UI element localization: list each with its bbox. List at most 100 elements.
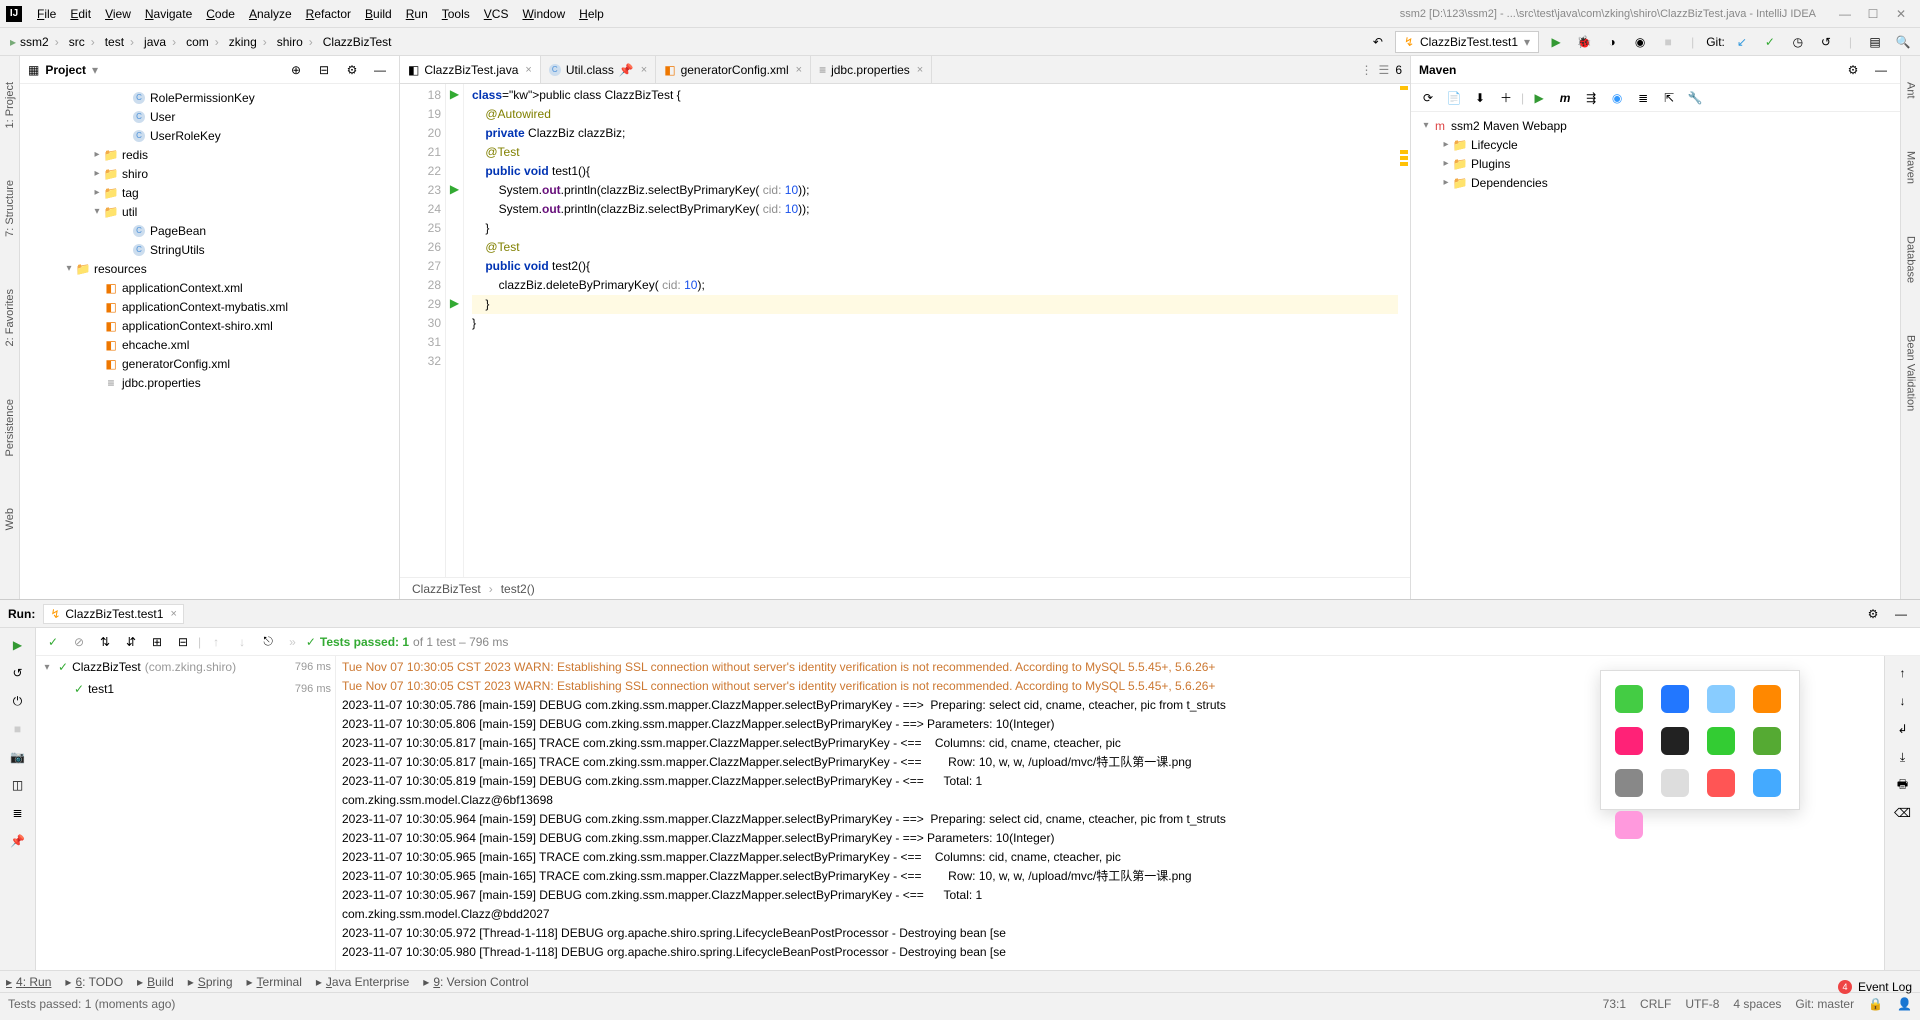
floating-app-tray[interactable] <box>1600 670 1800 810</box>
m-icon[interactable]: m <box>1554 87 1576 109</box>
crumb-src[interactable]: src <box>61 35 89 49</box>
gear-icon[interactable]: ⚙ <box>341 59 363 81</box>
menu-run[interactable]: Run <box>399 4 435 24</box>
install-icon[interactable]: ⇶ <box>1580 87 1602 109</box>
tray-app-10[interactable] <box>1661 769 1689 797</box>
sidetab-Maven[interactable]: Maven <box>1903 145 1919 190</box>
breadcrumb-class[interactable]: ClazzBizTest <box>412 582 481 596</box>
tray-app-6[interactable] <box>1661 727 1689 755</box>
run-tab[interactable]: ↯ ClazzBizTest.test1 × <box>43 604 184 624</box>
menu-window[interactable]: Window <box>515 4 572 24</box>
bottom-tab-Java Enterprise[interactable]: ▸Java Enterprise <box>316 975 409 989</box>
menu-help[interactable]: Help <box>572 4 611 24</box>
bottom-tab-6: TODO[interactable]: ▸6: TODO <box>65 975 123 989</box>
rerun-icon[interactable]: ▶ <box>7 634 29 656</box>
dump-icon[interactable]: 📷 <box>7 746 29 768</box>
sidetab-1: Project[interactable]: 1: Project <box>2 76 18 134</box>
sidetab-2: Favorites[interactable]: 2: Favorites <box>2 283 18 352</box>
offline-icon[interactable]: ◉ <box>1606 87 1628 109</box>
chevron-down-icon[interactable]: ▾ <box>92 63 98 77</box>
coverage-icon[interactable]: ◑ <box>1601 31 1623 53</box>
test-row[interactable]: ▾✓ClazzBizTest (com.zking.shiro)796 ms <box>36 656 335 678</box>
tray-app-3[interactable] <box>1707 685 1735 713</box>
maven-Dependencies[interactable]: ▸📁Dependencies <box>1411 173 1900 192</box>
crumb-shiro[interactable]: shiro <box>269 35 307 49</box>
menu-edit[interactable]: Edit <box>63 4 98 24</box>
tab-generatorConfig.xml[interactable]: ◧generatorConfig.xml× <box>656 56 811 83</box>
tree-node[interactable]: ◧applicationContext-mybatis.xml <box>20 297 399 316</box>
tree-node[interactable]: ◧applicationContext.xml <box>20 278 399 297</box>
collapse-icon[interactable]: ⊟ <box>313 59 335 81</box>
run-icon[interactable]: ▶ <box>1545 31 1567 53</box>
hide-icon[interactable]: — <box>1870 59 1892 81</box>
bottom-tab-Spring[interactable]: ▸Spring <box>188 975 233 989</box>
up-icon[interactable]: ↑ <box>205 631 227 653</box>
tray-app-4[interactable] <box>1753 685 1781 713</box>
sidetab-Web[interactable]: Web <box>2 502 18 536</box>
git-branch[interactable]: Git: master <box>1795 997 1854 1011</box>
tray-app-1[interactable] <box>1615 685 1643 713</box>
tree-node[interactable]: CStringUtils <box>20 240 399 259</box>
collapse-all-icon[interactable]: ⇱ <box>1658 87 1680 109</box>
skip-icon[interactable]: ≣ <box>1632 87 1654 109</box>
lock-icon[interactable]: 🔒 <box>1868 997 1883 1011</box>
tree-node[interactable]: CPageBean <box>20 221 399 240</box>
test-row[interactable]: ✓test1796 ms <box>36 678 335 700</box>
toggle-icon[interactable]: ⏻ <box>7 690 29 712</box>
maven-root[interactable]: ▾mssm2 Maven Webapp <box>1411 116 1900 135</box>
debug-icon[interactable]: 🐞 <box>1573 31 1595 53</box>
tree-node[interactable]: ◧applicationContext-shiro.xml <box>20 316 399 335</box>
menu-build[interactable]: Build <box>358 4 399 24</box>
show-passed-icon[interactable]: ✓ <box>42 631 64 653</box>
bottom-tab-9: Version Control[interactable]: ▸9: Version Control <box>423 975 528 989</box>
tree-node[interactable]: ▸📁redis <box>20 145 399 164</box>
encoding[interactable]: UTF-8 <box>1685 997 1719 1011</box>
sidetab-Persistence[interactable]: Persistence <box>2 393 18 462</box>
tree-node[interactable]: ◧ehcache.xml <box>20 335 399 354</box>
breadcrumb-method[interactable]: test2() <box>501 582 535 596</box>
crumb-ClazzBizTest[interactable]: ClazzBizTest <box>315 35 396 49</box>
menu-analyze[interactable]: Analyze <box>242 4 299 24</box>
maven-tree[interactable]: ▾mssm2 Maven Webapp▸📁Lifecycle▸📁Plugins▸… <box>1411 112 1900 599</box>
crumb-ssm2[interactable]: ▸ssm2 <box>6 35 53 49</box>
sidetab-Bean Validation[interactable]: Bean Validation <box>1903 329 1919 417</box>
bottom-tab-4: Run[interactable]: ▸4: Run <box>6 975 51 989</box>
add-icon[interactable]: ＋ <box>1495 87 1517 109</box>
tray-app-13[interactable] <box>1615 811 1643 839</box>
up-icon[interactable]: ↑ <box>1892 662 1914 684</box>
locate-icon[interactable]: ⊕ <box>285 59 307 81</box>
tray-app-2[interactable] <box>1661 685 1689 713</box>
code-editor[interactable]: class="kw">public class ClazzBizTest { @… <box>464 84 1398 577</box>
close-icon[interactable]: ✕ <box>1894 7 1908 21</box>
stop-icon[interactable]: ■ <box>1657 31 1679 53</box>
menu-vcs[interactable]: VCS <box>477 4 516 24</box>
tree-node[interactable]: ≡jdbc.properties <box>20 373 399 392</box>
sidetab-Ant[interactable]: Ant <box>1903 76 1919 105</box>
crumb-com[interactable]: com <box>178 35 213 49</box>
reload-icon[interactable]: ⟳ <box>1417 87 1439 109</box>
vcs-revert-icon[interactable]: ↺ <box>1815 31 1837 53</box>
maven-Lifecycle[interactable]: ▸📁Lifecycle <box>1411 135 1900 154</box>
tab-Util.class[interactable]: CUtil.class📌× <box>541 56 656 83</box>
sidetab-Database[interactable]: Database <box>1903 230 1919 289</box>
bottom-tab-Build[interactable]: ▸Build <box>137 975 174 989</box>
settings-icon[interactable]: ≣ <box>7 802 29 824</box>
project-tree[interactable]: CRolePermissionKeyCUserCUserRoleKey▸📁red… <box>20 84 399 599</box>
menu-view[interactable]: View <box>98 4 138 24</box>
generate-icon[interactable]: 📄 <box>1443 87 1465 109</box>
tab-ClazzBizTest.java[interactable]: ◧ClazzBizTest.java× <box>400 56 541 83</box>
close-icon[interactable]: × <box>525 64 531 76</box>
collapse-icon[interactable]: ⊟ <box>172 631 194 653</box>
crumb-java[interactable]: java <box>136 35 170 49</box>
crumb-test[interactable]: test <box>97 35 128 49</box>
line-separator[interactable]: CRLF <box>1640 997 1671 1011</box>
tray-app-9[interactable] <box>1615 769 1643 797</box>
tray-app-8[interactable] <box>1753 727 1781 755</box>
wrench-icon[interactable]: 🔧 <box>1684 87 1706 109</box>
sort-icon[interactable]: ⇅ <box>94 631 116 653</box>
tray-app-12[interactable] <box>1753 769 1781 797</box>
menu-navigate[interactable]: Navigate <box>138 4 199 24</box>
close-icon[interactable]: × <box>641 64 647 76</box>
expand-icon[interactable]: ⊞ <box>146 631 168 653</box>
crumb-zking[interactable]: zking <box>221 35 261 49</box>
